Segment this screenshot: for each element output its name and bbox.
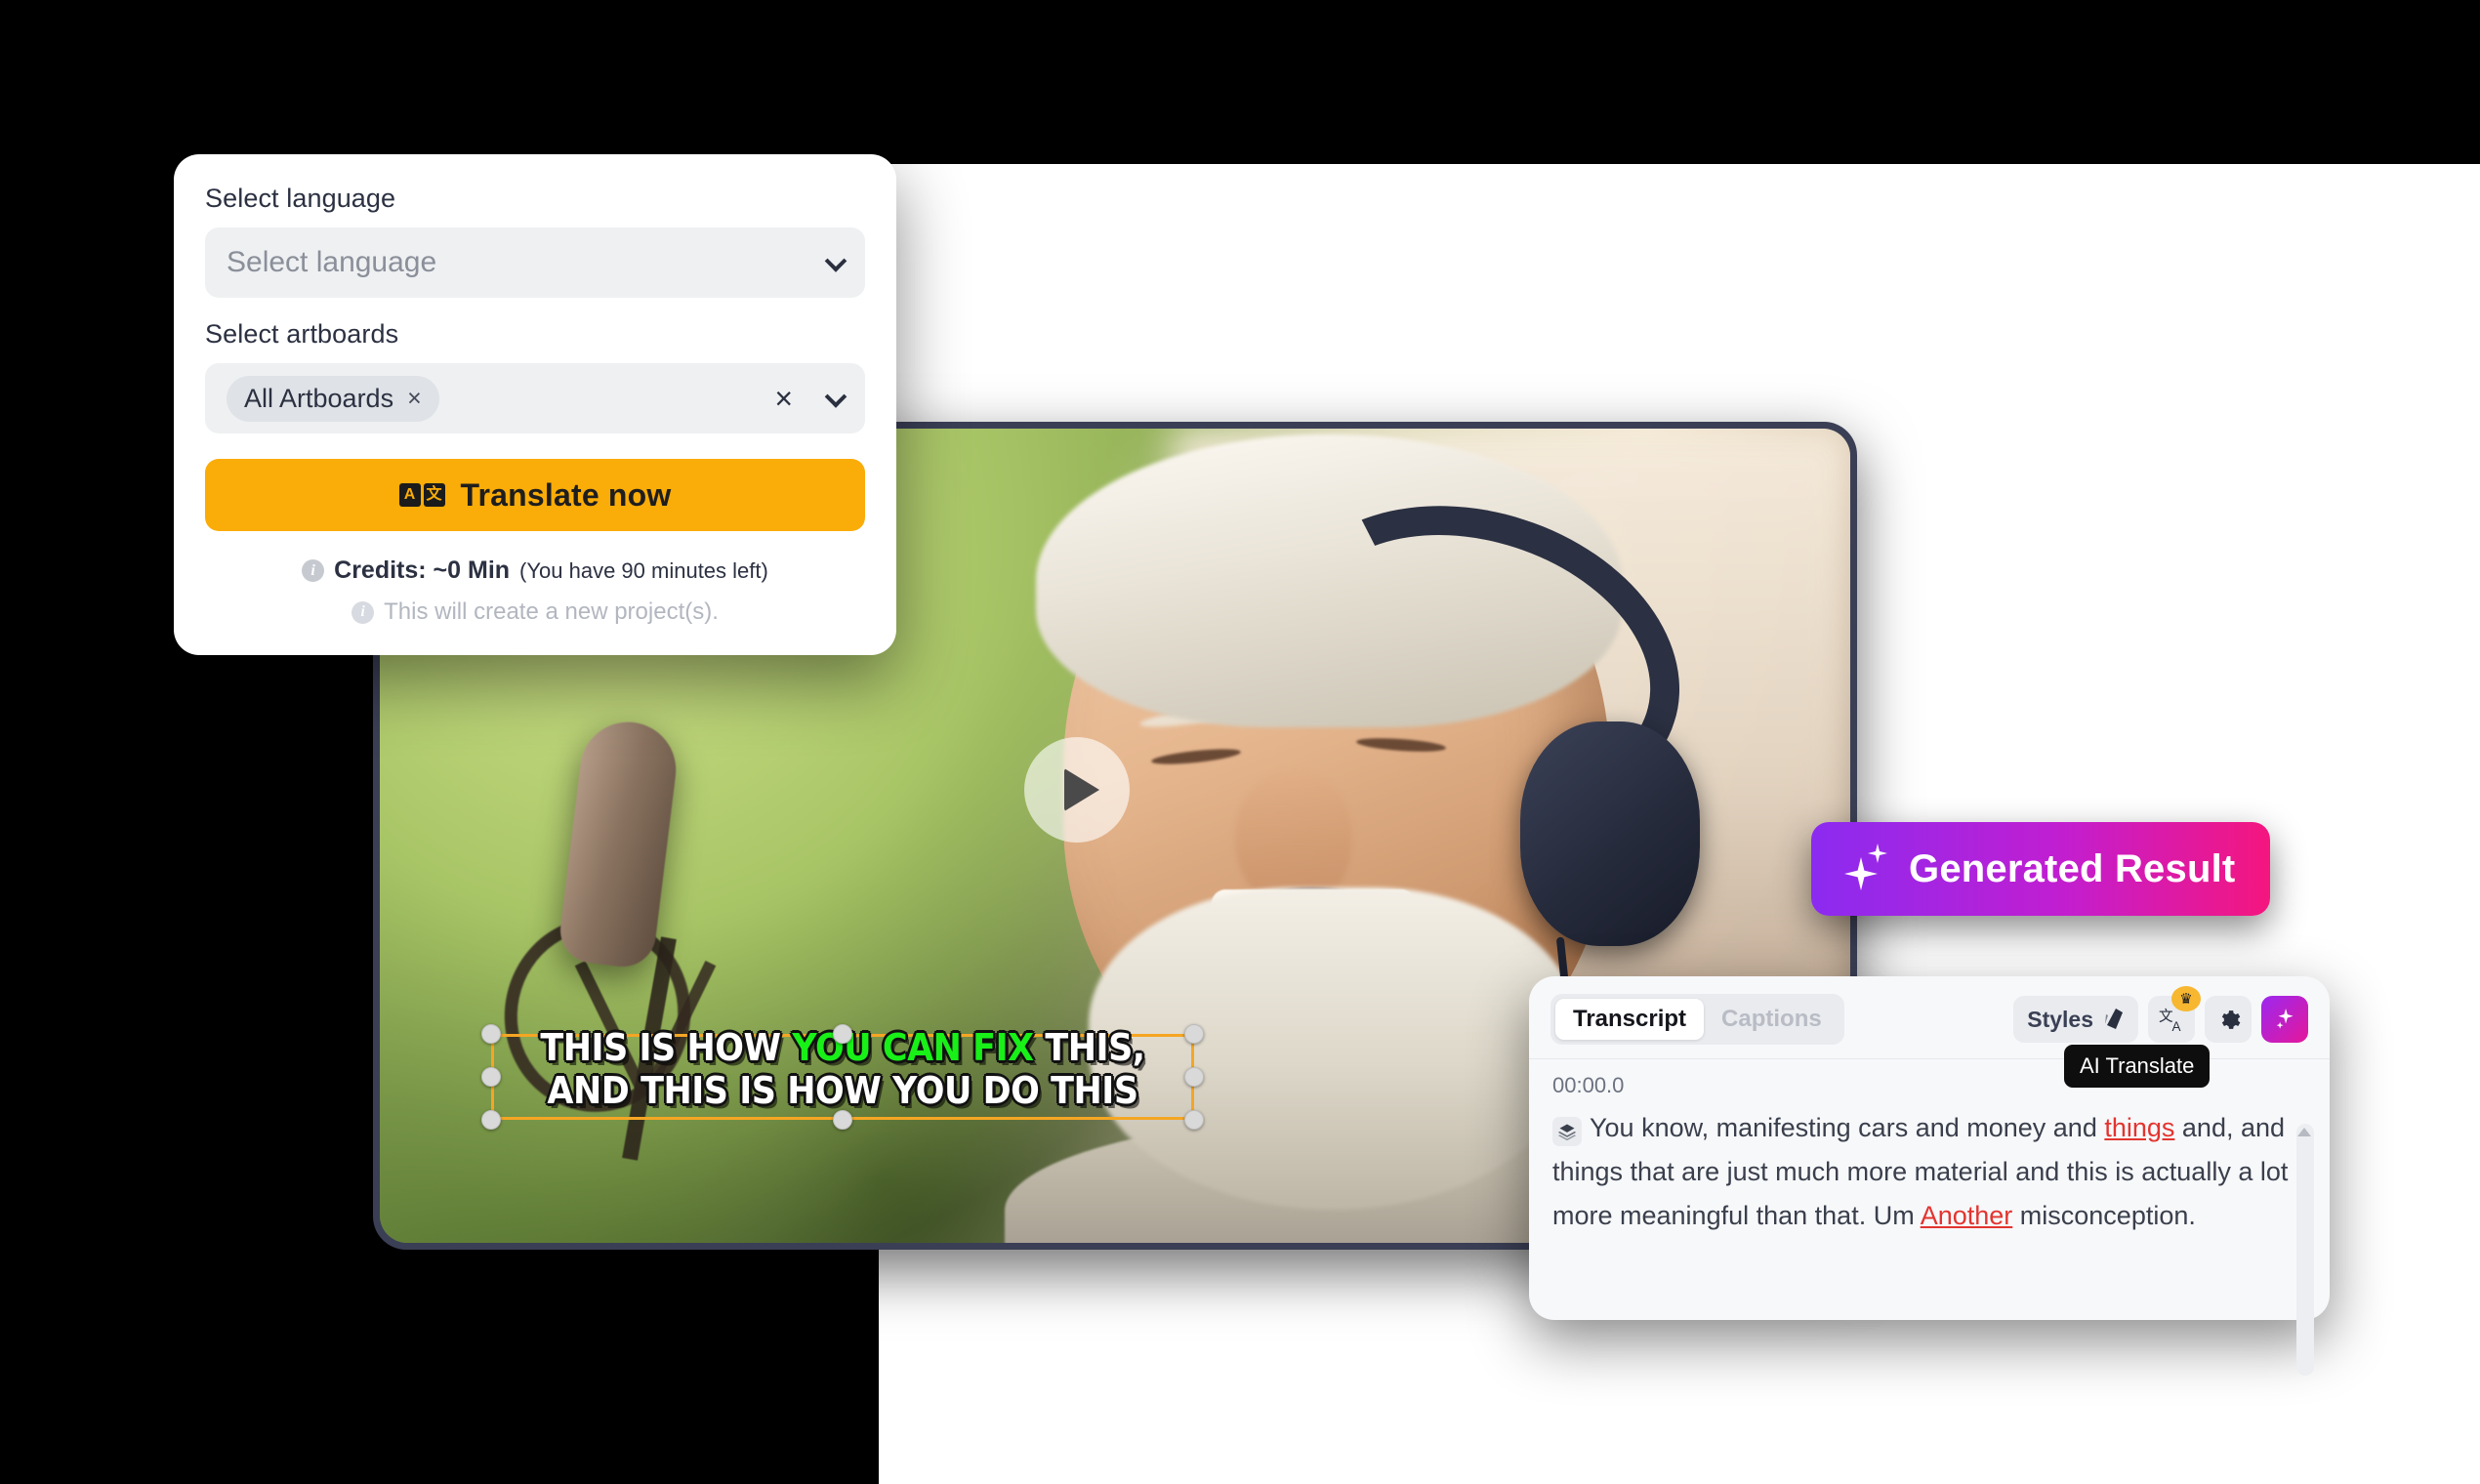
play-button[interactable] [1024, 737, 1130, 843]
styles-label: Styles [2027, 1006, 2093, 1032]
transcript-header: Transcript Captions Styles 文 A ♛ [1529, 976, 2330, 1059]
translate-now-button[interactable]: A 文 Translate now [205, 459, 865, 531]
info-icon-note: i [351, 600, 375, 624]
transcript-scrollbar[interactable] [2296, 1124, 2314, 1376]
resize-handle-ml[interactable] [481, 1067, 501, 1087]
caption-seg-1: THIS IS HOW [540, 1026, 793, 1069]
caption-line2: AND THIS IS HOW YOU DO THIS [547, 1069, 1138, 1112]
chip-remove-icon[interactable]: × [407, 386, 422, 411]
style-card-icon [2105, 1009, 2123, 1029]
resize-handle-bl[interactable] [481, 1110, 501, 1130]
ai-magic-button[interactable] [2261, 996, 2308, 1043]
transcript-error-word-2[interactable]: Another [1921, 1201, 2013, 1230]
svg-text:A: A [2171, 1018, 2180, 1032]
headphones-earcup [1520, 721, 1700, 946]
language-field-label: Select language [205, 184, 396, 213]
artboards-select[interactable]: All Artboards × × [205, 363, 865, 433]
layers-icon[interactable] [1552, 1117, 1582, 1146]
resize-handle-bc[interactable] [833, 1110, 852, 1130]
translate-icon-cjk: 文 [423, 483, 445, 507]
transcript-paragraph[interactable]: You know, manifesting cars and money and… [1552, 1106, 2306, 1238]
credits-main: Credits: ~0 Min [334, 556, 511, 584]
transcript-text-3: misconception. [2012, 1201, 2196, 1230]
chevron-down-icon [824, 250, 847, 272]
generated-result-badge: Generated Result [1811, 822, 2271, 916]
resize-handle-tl[interactable] [481, 1024, 501, 1044]
play-icon [1064, 768, 1099, 811]
chevron-down-icon-artboards [824, 386, 847, 408]
project-note: This will create a new project(s). [384, 598, 719, 625]
resize-handle-tr[interactable] [1184, 1024, 1204, 1044]
transcript-error-word-1[interactable]: things [2104, 1113, 2174, 1142]
translate-icon-latin: A [398, 483, 421, 507]
resize-handle-br[interactable] [1184, 1110, 1204, 1130]
transcript-body: 00:00.0 You know, manifesting cars and m… [1529, 1059, 2330, 1376]
gear-icon [2221, 1010, 2240, 1029]
ai-translate-button[interactable]: 文 A ♛ [2148, 986, 2201, 1043]
info-icon-credits: i [302, 559, 325, 582]
credits-sub: (You have 90 minutes left) [519, 557, 768, 583]
caption-seg-2: THIS, [1033, 1026, 1145, 1069]
transcript-text-1: You know, manifesting cars and money and [1590, 1113, 2105, 1142]
styles-button[interactable]: Styles [2013, 996, 2138, 1043]
transcript-panel: Transcript Captions Styles 文 A ♛ 00:00.0… [1529, 976, 2330, 1376]
clear-all-icon[interactable]: × [774, 383, 793, 414]
screenshot-root: THIS IS HOW YOU CAN FIX THIS, AND THIS I… [0, 0, 2480, 1484]
tab-captions[interactable]: Captions [1704, 999, 1839, 1040]
ai-translate-tooltip: AI Translate [2064, 1045, 2211, 1088]
premium-crown-icon: ♛ [2171, 986, 2201, 1011]
scroll-up-arrow-icon[interactable] [2297, 1128, 2311, 1136]
artboard-chip[interactable]: All Artboards × [227, 375, 439, 422]
project-note-line: i This will create a new project(s). [205, 598, 865, 626]
resize-handle-tc[interactable] [833, 1024, 852, 1044]
settings-button[interactable] [2205, 996, 2252, 1043]
transcript-tabs: Transcript Captions [1550, 994, 1844, 1045]
artboard-chip-label: All Artboards [244, 383, 394, 413]
translate-popover: Select language Select language Select a… [174, 154, 896, 655]
sparkle-icon [1840, 844, 1891, 894]
language-select-placeholder: Select language [227, 246, 437, 278]
translate-now-label: Translate now [460, 476, 672, 513]
caption-highlight: YOU CAN FIX [792, 1026, 1034, 1069]
generated-result-label: Generated Result [1909, 846, 2236, 890]
sparkle-icon-small [2276, 1009, 2294, 1029]
credits-line: i Credits: ~0 Min (You have 90 minutes l… [205, 556, 865, 585]
artboards-field-label: Select artboards [205, 319, 399, 349]
tab-transcript[interactable]: Transcript [1555, 999, 1705, 1040]
resize-handle-mr[interactable] [1184, 1067, 1204, 1087]
language-select[interactable]: Select language [205, 227, 865, 298]
transcript-toolbar: Styles 文 A ♛ [2013, 986, 2308, 1043]
translate-icon: A 文 [398, 483, 445, 507]
